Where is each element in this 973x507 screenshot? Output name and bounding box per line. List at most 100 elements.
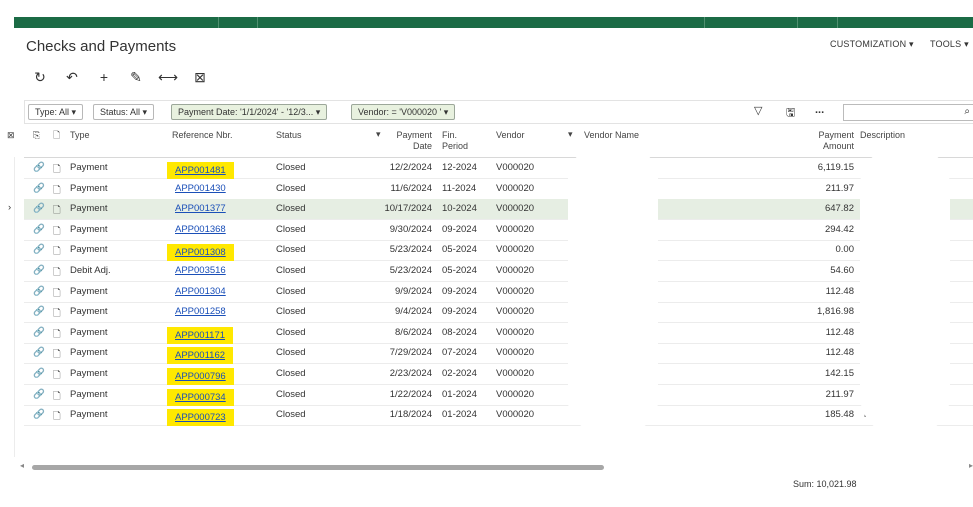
row-payment-amount: 647.82 xyxy=(824,203,854,215)
table-row[interactable]: 🔗 🗋 Payment APP001430 Closed 11/6/2024 11-2024… xyxy=(24,179,973,200)
row-reference-link[interactable]: APP001430 xyxy=(175,183,226,194)
row-reference-link[interactable]: APP001162 xyxy=(167,347,234,365)
toolbar: ↻ ↶ + ✎ ⟷ ⊠ xyxy=(24,67,216,87)
attachment-icon[interactable]: 🔗 xyxy=(33,265,45,276)
filter-icon[interactable]: ▽ xyxy=(754,104,762,117)
vendor-filter[interactable]: Vendor: = 'V000020 ' ▾ xyxy=(351,104,456,120)
attachment-icon[interactable]: 🔗 xyxy=(33,286,45,297)
col-status[interactable]: Status xyxy=(276,130,302,141)
row-status: Closed xyxy=(276,368,306,379)
scrollbar-thumb[interactable] xyxy=(32,465,604,470)
table-row[interactable]: 🔗 🗋 Payment APP000734 Closed 1/22/2024 01-2024… xyxy=(24,385,973,406)
attachment-icon[interactable]: 🔗 xyxy=(33,327,45,338)
row-type: Payment xyxy=(70,306,108,318)
col-ref[interactable]: Reference Nbr. xyxy=(172,130,233,141)
attachment-icon[interactable]: 🔗 xyxy=(33,389,45,400)
row-fin-period: 10-2024 xyxy=(442,203,477,215)
fit-width-icon[interactable]: ⟷ xyxy=(152,67,184,87)
table-row[interactable]: 🔗 🗋 Payment APP001162 Closed 7/29/2024 07-2024… xyxy=(24,343,973,365)
note-icon[interactable]: 🗋 xyxy=(53,327,61,343)
row-reference-link[interactable]: APP000734 xyxy=(167,388,234,406)
export-excel-icon[interactable]: ⊠ xyxy=(184,67,216,87)
attachment-icon[interactable]: 🔗 xyxy=(33,409,45,420)
table-row[interactable]: › 🔗 🗋 Payment APP001377 Closed 10/17/2024 10-20… xyxy=(8,199,973,221)
attachment-icon[interactable]: 🔗 xyxy=(33,244,45,255)
customization-menu[interactable]: CUSTOMIZATION ▾ xyxy=(830,39,914,50)
table-row[interactable]: 🔗 🗋 Payment APP001171 Closed 8/6/2024 08-2024 V… xyxy=(24,323,973,344)
row-type: Payment xyxy=(70,203,108,215)
filter-bar: Type: All ▾ Status: All ▾ Payment Date: … xyxy=(24,100,973,124)
attachment-icon[interactable]: 🔗 xyxy=(33,203,45,214)
row-reference-link[interactable]: APP001308 xyxy=(167,244,234,262)
col-fin-period[interactable]: Fin. Period xyxy=(442,130,482,152)
col-vendor-name[interactable]: Vendor Name xyxy=(584,130,639,141)
save-icon[interactable]: 🖫 xyxy=(786,104,795,123)
row-status: Closed xyxy=(276,244,306,256)
col-vendor[interactable]: Vendor xyxy=(496,130,525,141)
row-expand-icon[interactable]: › xyxy=(8,202,11,213)
more-options-icon[interactable]: ... xyxy=(815,104,824,116)
col-description[interactable]: Description xyxy=(860,130,905,141)
status-filter[interactable]: Status: All ▾ xyxy=(93,104,155,120)
attachment-icon[interactable]: 🔗 xyxy=(33,162,45,173)
attachment-icon[interactable]: 🔗 xyxy=(33,224,45,235)
search-input[interactable]: ⌕ xyxy=(843,104,973,121)
attachment-icon[interactable]: 🔗 xyxy=(33,368,45,379)
row-reference-link[interactable]: APP001304 xyxy=(175,286,226,297)
col-payment-date[interactable]: Payment Date xyxy=(392,130,432,152)
table-row[interactable]: 🔗 🗋 Payment APP001258 Closed 9/4/2024 09-2024 V… xyxy=(24,302,973,324)
row-reference-link[interactable]: APP000723 xyxy=(167,409,234,427)
row-reference-link[interactable]: APP000796 xyxy=(167,368,234,385)
tools-menu[interactable]: TOOLS ▾ xyxy=(930,39,969,50)
top-navigation-bar xyxy=(14,17,973,28)
note-icon[interactable]: 🗋 xyxy=(53,224,61,240)
attachment-icon[interactable]: 🔗 xyxy=(33,183,45,194)
row-status: Closed xyxy=(276,265,306,276)
edit-icon[interactable]: ✎ xyxy=(120,67,152,87)
note-icon[interactable]: 🗋 xyxy=(53,409,61,425)
attachment-icon[interactable]: 🔗 xyxy=(33,306,45,317)
table-row[interactable]: 🔗 🗋 Payment APP001308 Closed 5/23/2024 05-2024… xyxy=(24,240,973,262)
type-filter[interactable]: Type: All ▾ xyxy=(28,104,84,120)
col-payment-amount[interactable]: Payment Amount xyxy=(808,130,854,152)
row-payment-date: 9/4/2024 xyxy=(395,306,432,318)
row-payment-date: 9/30/2024 xyxy=(389,223,432,235)
table-row[interactable]: 🔗 🗋 Payment APP001304 Closed 9/9/2024 09-2024 V… xyxy=(24,282,973,303)
row-payment-date: 5/23/2024 xyxy=(389,265,432,276)
table-row[interactable]: 🔗 🗋 Payment APP000723 Closed 1/18/2024 01-2024… xyxy=(24,405,973,427)
table-row[interactable]: 🔗 🗋 Debit Adj. APP003516 Closed 5/23/2024 05-2… xyxy=(24,261,973,282)
col-type[interactable]: Type xyxy=(70,130,90,141)
note-icon[interactable]: 🗋 xyxy=(53,306,61,322)
note-icon[interactable]: 🗋 xyxy=(53,286,61,302)
row-status: Closed xyxy=(276,285,306,297)
row-reference-link[interactable]: APP003516 xyxy=(175,265,226,276)
refresh-icon[interactable]: ↻ xyxy=(24,67,56,87)
add-icon[interactable]: + xyxy=(88,67,120,87)
row-reference-link[interactable]: APP001481 xyxy=(167,162,234,179)
table-row[interactable]: 🔗 🗋 Payment APP001481 Closed 12/2/2024 12-2024… xyxy=(24,158,973,179)
row-payment-amount: 112.48 xyxy=(825,326,854,338)
scroll-left-icon[interactable]: ◂ xyxy=(20,461,24,470)
table-row[interactable]: 🔗 🗋 Payment APP000796 Closed 2/23/2024 02-2024… xyxy=(24,364,973,385)
row-reference-link[interactable]: APP001258 xyxy=(175,306,226,317)
attachment-icon[interactable]: 🔗 xyxy=(33,347,45,358)
row-reference-link[interactable]: APP001377 xyxy=(175,203,226,214)
note-icon[interactable]: 🗋 xyxy=(53,368,61,384)
horizontal-scrollbar[interactable]: ◂ ▸ xyxy=(20,461,973,471)
note-icon[interactable]: 🗋 xyxy=(53,347,61,363)
select-all-icon[interactable]: ⊠ xyxy=(7,130,15,141)
row-payment-date: 11/6/2024 xyxy=(390,182,432,194)
row-reference-link[interactable]: APP001368 xyxy=(175,224,226,235)
payment-date-filter[interactable]: Payment Date: '1/1/2024' - '12/3... ▾ xyxy=(171,104,328,120)
scroll-right-icon[interactable]: ▸ xyxy=(969,461,973,470)
note-icon[interactable]: 🗋 xyxy=(53,183,61,199)
note-icon[interactable]: 🗋 xyxy=(53,389,61,405)
redacted-vendor-names xyxy=(568,148,658,431)
table-row[interactable]: 🔗 🗋 Payment APP001368 Closed 9/30/2024 09-2024… xyxy=(24,220,973,241)
note-icon[interactable]: 🗋 xyxy=(53,265,61,281)
row-reference-link[interactable]: APP001171 xyxy=(167,326,234,344)
note-icon[interactable]: 🗋 xyxy=(53,203,61,219)
note-icon[interactable]: 🗋 xyxy=(53,244,61,260)
note-icon[interactable]: 🗋 xyxy=(53,162,61,178)
undo-icon[interactable]: ↶ xyxy=(56,67,88,87)
